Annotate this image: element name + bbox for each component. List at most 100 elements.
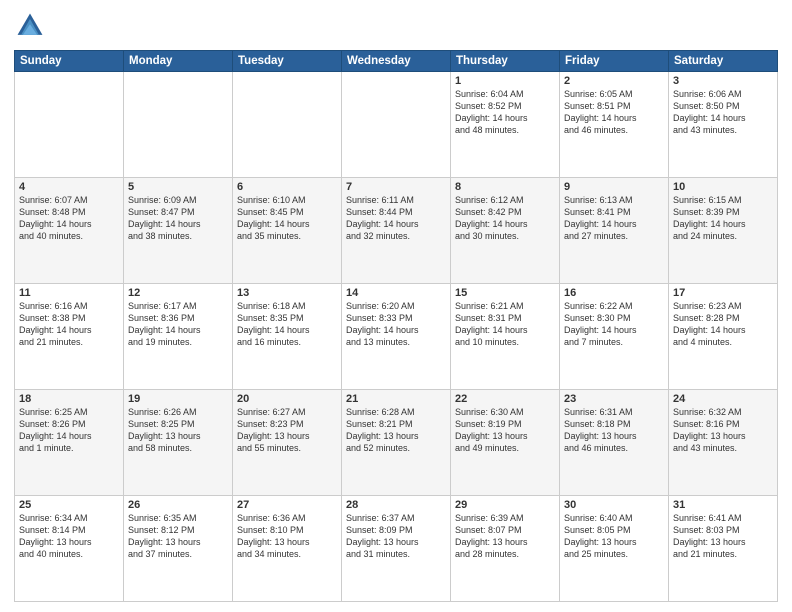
day-number: 7	[346, 181, 446, 193]
weekday-thursday: Thursday	[451, 51, 560, 72]
page: SundayMondayTuesdayWednesdayThursdayFrid…	[0, 0, 792, 612]
day-number: 13	[237, 287, 337, 299]
weekday-tuesday: Tuesday	[233, 51, 342, 72]
calendar-cell: 17Sunrise: 6:23 AM Sunset: 8:28 PM Dayli…	[669, 284, 778, 390]
calendar-cell	[233, 72, 342, 178]
calendar-cell: 18Sunrise: 6:25 AM Sunset: 8:26 PM Dayli…	[15, 390, 124, 496]
day-info: Sunrise: 6:28 AM Sunset: 8:21 PM Dayligh…	[346, 406, 446, 455]
day-number: 10	[673, 181, 773, 193]
day-info: Sunrise: 6:20 AM Sunset: 8:33 PM Dayligh…	[346, 300, 446, 349]
day-number: 9	[564, 181, 664, 193]
day-number: 11	[19, 287, 119, 299]
calendar-cell: 24Sunrise: 6:32 AM Sunset: 8:16 PM Dayli…	[669, 390, 778, 496]
day-number: 4	[19, 181, 119, 193]
calendar-cell: 23Sunrise: 6:31 AM Sunset: 8:18 PM Dayli…	[560, 390, 669, 496]
day-info: Sunrise: 6:27 AM Sunset: 8:23 PM Dayligh…	[237, 406, 337, 455]
calendar-cell: 29Sunrise: 6:39 AM Sunset: 8:07 PM Dayli…	[451, 496, 560, 602]
header	[14, 10, 778, 42]
calendar-cell: 14Sunrise: 6:20 AM Sunset: 8:33 PM Dayli…	[342, 284, 451, 390]
day-number: 3	[673, 75, 773, 87]
day-info: Sunrise: 6:37 AM Sunset: 8:09 PM Dayligh…	[346, 512, 446, 561]
day-number: 28	[346, 499, 446, 511]
calendar-cell: 30Sunrise: 6:40 AM Sunset: 8:05 PM Dayli…	[560, 496, 669, 602]
calendar-cell: 4Sunrise: 6:07 AM Sunset: 8:48 PM Daylig…	[15, 178, 124, 284]
calendar-cell: 1Sunrise: 6:04 AM Sunset: 8:52 PM Daylig…	[451, 72, 560, 178]
calendar-cell: 21Sunrise: 6:28 AM Sunset: 8:21 PM Dayli…	[342, 390, 451, 496]
weekday-saturday: Saturday	[669, 51, 778, 72]
calendar-cell: 16Sunrise: 6:22 AM Sunset: 8:30 PM Dayli…	[560, 284, 669, 390]
day-info: Sunrise: 6:25 AM Sunset: 8:26 PM Dayligh…	[19, 406, 119, 455]
calendar-cell: 9Sunrise: 6:13 AM Sunset: 8:41 PM Daylig…	[560, 178, 669, 284]
calendar-cell: 13Sunrise: 6:18 AM Sunset: 8:35 PM Dayli…	[233, 284, 342, 390]
calendar-cell: 6Sunrise: 6:10 AM Sunset: 8:45 PM Daylig…	[233, 178, 342, 284]
day-number: 26	[128, 499, 228, 511]
day-info: Sunrise: 6:21 AM Sunset: 8:31 PM Dayligh…	[455, 300, 555, 349]
day-number: 12	[128, 287, 228, 299]
calendar-cell	[342, 72, 451, 178]
day-number: 14	[346, 287, 446, 299]
calendar-cell: 15Sunrise: 6:21 AM Sunset: 8:31 PM Dayli…	[451, 284, 560, 390]
day-info: Sunrise: 6:15 AM Sunset: 8:39 PM Dayligh…	[673, 194, 773, 243]
week-row-2: 4Sunrise: 6:07 AM Sunset: 8:48 PM Daylig…	[15, 178, 778, 284]
day-number: 18	[19, 393, 119, 405]
day-number: 31	[673, 499, 773, 511]
calendar-cell: 25Sunrise: 6:34 AM Sunset: 8:14 PM Dayli…	[15, 496, 124, 602]
day-info: Sunrise: 6:09 AM Sunset: 8:47 PM Dayligh…	[128, 194, 228, 243]
day-number: 5	[128, 181, 228, 193]
logo	[14, 10, 50, 42]
day-info: Sunrise: 6:32 AM Sunset: 8:16 PM Dayligh…	[673, 406, 773, 455]
calendar-cell: 19Sunrise: 6:26 AM Sunset: 8:25 PM Dayli…	[124, 390, 233, 496]
day-number: 16	[564, 287, 664, 299]
day-info: Sunrise: 6:17 AM Sunset: 8:36 PM Dayligh…	[128, 300, 228, 349]
day-info: Sunrise: 6:30 AM Sunset: 8:19 PM Dayligh…	[455, 406, 555, 455]
day-info: Sunrise: 6:10 AM Sunset: 8:45 PM Dayligh…	[237, 194, 337, 243]
week-row-4: 18Sunrise: 6:25 AM Sunset: 8:26 PM Dayli…	[15, 390, 778, 496]
calendar-cell: 2Sunrise: 6:05 AM Sunset: 8:51 PM Daylig…	[560, 72, 669, 178]
day-number: 30	[564, 499, 664, 511]
day-number: 23	[564, 393, 664, 405]
day-number: 29	[455, 499, 555, 511]
day-info: Sunrise: 6:31 AM Sunset: 8:18 PM Dayligh…	[564, 406, 664, 455]
calendar-cell	[15, 72, 124, 178]
calendar-cell: 12Sunrise: 6:17 AM Sunset: 8:36 PM Dayli…	[124, 284, 233, 390]
weekday-monday: Monday	[124, 51, 233, 72]
day-info: Sunrise: 6:18 AM Sunset: 8:35 PM Dayligh…	[237, 300, 337, 349]
day-info: Sunrise: 6:11 AM Sunset: 8:44 PM Dayligh…	[346, 194, 446, 243]
day-info: Sunrise: 6:04 AM Sunset: 8:52 PM Dayligh…	[455, 88, 555, 137]
day-info: Sunrise: 6:23 AM Sunset: 8:28 PM Dayligh…	[673, 300, 773, 349]
calendar-cell: 26Sunrise: 6:35 AM Sunset: 8:12 PM Dayli…	[124, 496, 233, 602]
day-number: 19	[128, 393, 228, 405]
day-number: 2	[564, 75, 664, 87]
day-number: 15	[455, 287, 555, 299]
calendar-cell: 11Sunrise: 6:16 AM Sunset: 8:38 PM Dayli…	[15, 284, 124, 390]
day-number: 20	[237, 393, 337, 405]
day-info: Sunrise: 6:40 AM Sunset: 8:05 PM Dayligh…	[564, 512, 664, 561]
day-number: 8	[455, 181, 555, 193]
day-number: 25	[19, 499, 119, 511]
day-info: Sunrise: 6:41 AM Sunset: 8:03 PM Dayligh…	[673, 512, 773, 561]
day-number: 6	[237, 181, 337, 193]
calendar-cell: 31Sunrise: 6:41 AM Sunset: 8:03 PM Dayli…	[669, 496, 778, 602]
calendar-table: SundayMondayTuesdayWednesdayThursdayFrid…	[14, 50, 778, 602]
day-info: Sunrise: 6:34 AM Sunset: 8:14 PM Dayligh…	[19, 512, 119, 561]
calendar-cell: 5Sunrise: 6:09 AM Sunset: 8:47 PM Daylig…	[124, 178, 233, 284]
calendar-cell: 28Sunrise: 6:37 AM Sunset: 8:09 PM Dayli…	[342, 496, 451, 602]
week-row-5: 25Sunrise: 6:34 AM Sunset: 8:14 PM Dayli…	[15, 496, 778, 602]
calendar-cell: 8Sunrise: 6:12 AM Sunset: 8:42 PM Daylig…	[451, 178, 560, 284]
day-info: Sunrise: 6:07 AM Sunset: 8:48 PM Dayligh…	[19, 194, 119, 243]
calendar-cell: 10Sunrise: 6:15 AM Sunset: 8:39 PM Dayli…	[669, 178, 778, 284]
day-info: Sunrise: 6:16 AM Sunset: 8:38 PM Dayligh…	[19, 300, 119, 349]
day-info: Sunrise: 6:35 AM Sunset: 8:12 PM Dayligh…	[128, 512, 228, 561]
calendar-cell: 22Sunrise: 6:30 AM Sunset: 8:19 PM Dayli…	[451, 390, 560, 496]
day-info: Sunrise: 6:39 AM Sunset: 8:07 PM Dayligh…	[455, 512, 555, 561]
day-info: Sunrise: 6:26 AM Sunset: 8:25 PM Dayligh…	[128, 406, 228, 455]
day-info: Sunrise: 6:13 AM Sunset: 8:41 PM Dayligh…	[564, 194, 664, 243]
calendar-cell	[124, 72, 233, 178]
day-number: 22	[455, 393, 555, 405]
day-info: Sunrise: 6:22 AM Sunset: 8:30 PM Dayligh…	[564, 300, 664, 349]
calendar-cell: 27Sunrise: 6:36 AM Sunset: 8:10 PM Dayli…	[233, 496, 342, 602]
calendar-cell: 7Sunrise: 6:11 AM Sunset: 8:44 PM Daylig…	[342, 178, 451, 284]
week-row-1: 1Sunrise: 6:04 AM Sunset: 8:52 PM Daylig…	[15, 72, 778, 178]
calendar-cell: 20Sunrise: 6:27 AM Sunset: 8:23 PM Dayli…	[233, 390, 342, 496]
day-info: Sunrise: 6:06 AM Sunset: 8:50 PM Dayligh…	[673, 88, 773, 137]
